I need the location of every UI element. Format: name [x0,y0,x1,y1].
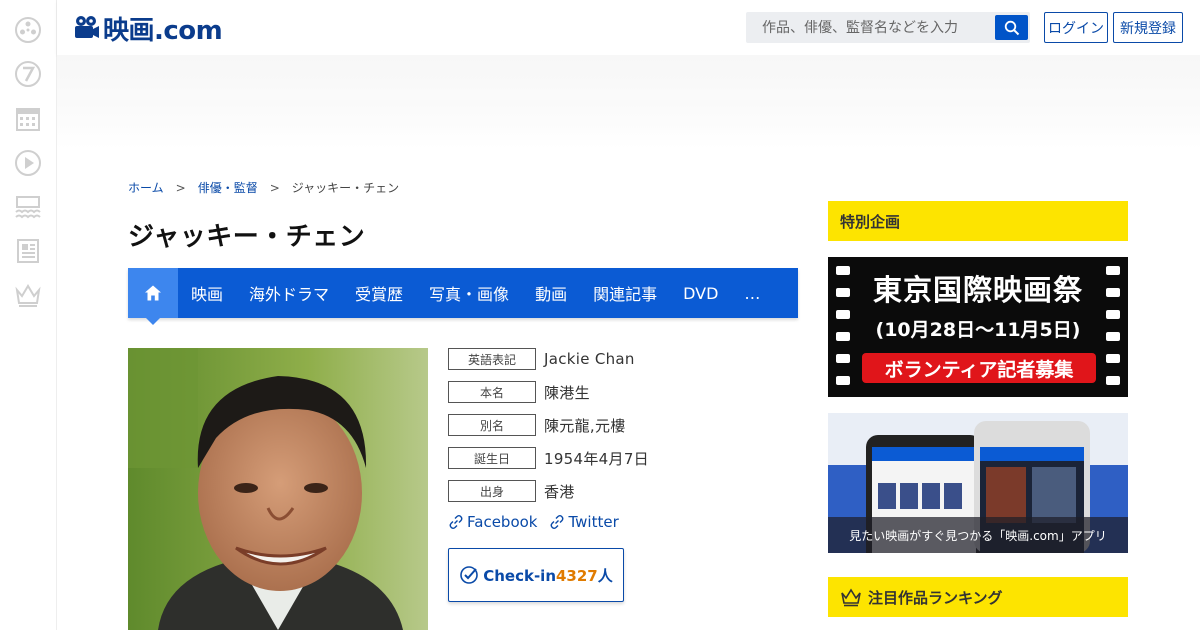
site-logo[interactable]: 映画.com [71,11,223,46]
search-box [746,12,1030,43]
profile-value: 陳港生 [544,383,590,402]
tab-photos[interactable]: 写真・画像 [416,268,522,318]
link-icon [551,514,564,530]
banner1-cta: ボランティア記者募集 [884,358,1074,381]
ranking-heading: 注目作品ランキング [828,577,1128,617]
ranking-heading-label: 注目作品ランキング [868,588,1003,607]
banner1-dates: (10月28日〜11月5日) [875,319,1081,341]
facebook-label: Facebook [467,513,538,531]
login-button[interactable]: ログイン [1044,12,1108,43]
special-heading: 特別企画 [828,201,1128,241]
banner1-title: 東京国際映画祭 [872,273,1083,307]
tab-movies[interactable]: 映画 [178,268,236,318]
person-photo [128,348,428,630]
checkin-count: 4327 [556,566,598,585]
seven-icon[interactable] [14,60,42,88]
tab-awards[interactable]: 受賞歴 [342,268,416,318]
app-promo-banner[interactable]: 見たい映画がすぐ見つかる「映画.com」アプリ [828,413,1128,553]
check-circle-icon [460,566,479,584]
film-reel-icon[interactable] [14,16,42,44]
social-links: Facebook Twitter [448,513,619,531]
profile-value: Jackie Chan [544,350,635,368]
profile-row: 本名 陳港生 [448,381,649,403]
calendar-icon[interactable] [14,105,42,133]
tab-videos[interactable]: 動画 [522,268,580,318]
profile-label: 英語表記 [448,348,536,370]
search-button[interactable] [995,15,1028,40]
profile-label: 誕生日 [448,447,536,469]
tab-related-articles[interactable]: 関連記事 [580,268,670,318]
news-icon[interactable] [14,237,42,265]
portrait-image [128,348,428,630]
profile-label: 出身 [448,480,536,502]
play-icon[interactable] [14,149,42,177]
profile-value: 1954年4月7日 [544,449,649,468]
crown-icon [841,588,861,607]
search-input[interactable] [746,12,994,43]
page-title: ジャッキー・チェン [128,222,366,252]
facebook-link[interactable]: Facebook [448,513,537,531]
breadcrumb-category[interactable]: 俳優・監督 [198,179,258,196]
profile-label: 本名 [448,381,536,403]
profile-row: 出身 香港 [448,480,649,502]
profile-value: 香港 [544,482,575,501]
tab-overseas-drama[interactable]: 海外ドラマ [236,268,342,318]
checkin-button[interactable]: Check-in4327人 [448,548,624,602]
tab-more[interactable]: … [731,268,773,318]
profile-label: 別名 [448,414,536,436]
tab-home[interactable] [128,268,178,325]
tiff-volunteer-banner[interactable]: 東京国際映画祭 (10月28日〜11月5日) ボランティア記者募集 [828,257,1128,397]
breadcrumb-home[interactable]: ホーム [128,179,164,196]
twitter-label: Twitter [568,513,619,531]
tab-dvd[interactable]: DVD [670,268,731,318]
breadcrumb-current: ジャッキー・チェン [291,181,400,195]
logo-text: 映画.com [103,15,223,46]
theater-icon[interactable] [14,193,42,221]
twitter-link[interactable]: Twitter [549,513,619,531]
banner2-caption: 見たい映画がすぐ見つかる「映画.com」アプリ [828,517,1128,553]
ad-band [57,55,1200,150]
breadcrumb: ホーム > 俳優・監督 > ジャッキー・チェン [128,179,399,196]
profile-row: 別名 陳元龍,元樓 [448,414,649,436]
home-icon [145,285,161,301]
left-rail [0,0,57,630]
search-icon [1004,20,1019,35]
profile-info: 英語表記 Jackie Chan 本名 陳港生 別名 陳元龍,元樓 誕生日 19… [448,348,649,513]
person-tabs: 映画 海外ドラマ 受賞歴 写真・画像 動画 関連記事 DVD … [128,268,798,325]
profile-value: 陳元龍,元樓 [544,416,626,435]
profile-row: 英語表記 Jackie Chan [448,348,649,370]
logo-mark-icon [75,16,99,38]
site-header: 映画.com ログイン 新規登録 [57,0,1200,55]
crown-icon[interactable] [14,281,42,309]
link-icon [449,514,463,530]
breadcrumb-separator: > [175,180,186,195]
register-button[interactable]: 新規登録 [1113,12,1183,43]
checkin-unit: 人 [597,566,613,585]
breadcrumb-separator: > [269,180,280,195]
checkin-label: Check-in [483,566,556,585]
special-heading-label: 特別企画 [840,212,901,231]
profile-row: 誕生日 1954年4月7日 [448,447,649,469]
